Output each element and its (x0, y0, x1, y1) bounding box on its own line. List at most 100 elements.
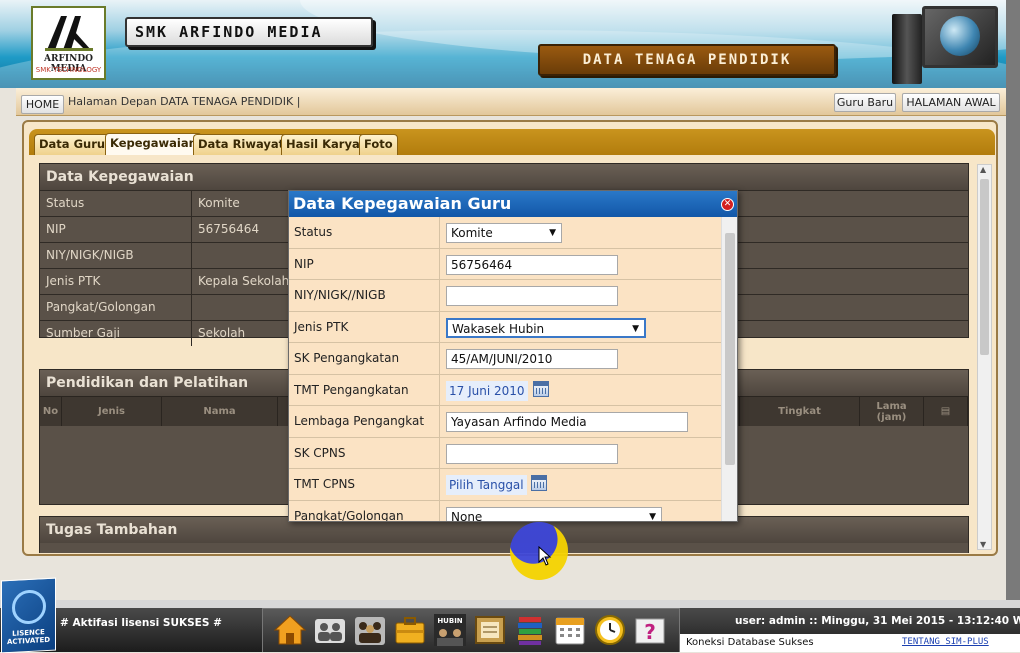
column-header: No (40, 397, 62, 426)
row-label: NIP (40, 217, 192, 242)
section-title: Data Kepegawaian (40, 164, 968, 190)
license-seal-icon (12, 589, 46, 625)
status-divider (0, 600, 1020, 608)
nip-label: NIP (289, 248, 440, 279)
users-icon[interactable] (313, 613, 347, 647)
window-frame-edge (1006, 0, 1020, 600)
row-label: NIY/NIGK/NIGB (40, 243, 192, 268)
pangkat-selected-value: None (451, 509, 483, 522)
tmt-pengangkatan-label: TMT Pengangkatan (289, 374, 440, 405)
calendar-icon[interactable] (553, 613, 587, 647)
jenis-ptk-selected-value: Wakasek Hubin (452, 321, 545, 336)
form-row-tmt-cpns: TMT CPNS Pilih Tanggal (289, 469, 721, 501)
scroll-down-icon[interactable]: ▼ (980, 540, 986, 549)
status-select[interactable]: Komite ▼ (446, 223, 562, 243)
svg-text:?: ? (644, 620, 656, 644)
group-icon[interactable] (353, 613, 387, 647)
activation-status: # Aktifasi lisensi SUKSES # (60, 617, 222, 629)
page-title-banner: DATA TENAGA PENDIDIK (538, 44, 836, 76)
status-pane: Koneksi Database Sukses TENTANG SIM-PLUS (680, 634, 1020, 652)
form-row-lembaga: Lembaga Pengangkat Yayasan Arfindo Media (289, 406, 721, 438)
tab-bar: Data Guru Kepegawaian Data Riwayat Hasil… (29, 129, 995, 155)
scroll-up-icon[interactable]: ▲ (980, 165, 986, 174)
tab-foto[interactable]: Foto (359, 134, 398, 155)
school-name-banner: SMK ARFINDO MEDIA (125, 17, 373, 47)
kepegawaian-dialog: Data Kepegawaian Guru ✕ Status Komite ▼ N… (288, 190, 738, 522)
row-label: Status (40, 191, 192, 216)
niy-input[interactable] (446, 286, 618, 306)
home-button[interactable]: HOME (21, 95, 64, 114)
column-header: Lama (jam) (860, 397, 924, 426)
dialog-title: Data Kepegawaian Guru (289, 191, 737, 217)
nip-input[interactable]: 56756464 (446, 254, 618, 275)
hubin-icon[interactable]: HUBIN (433, 613, 467, 647)
tmt-cpns-date[interactable]: Pilih Tanggal (446, 475, 527, 495)
chevron-down-icon: ▼ (649, 511, 656, 522)
tab-data-riwayat[interactable]: Data Riwayat (193, 134, 290, 155)
app-dock: HUBIN ? (262, 608, 680, 652)
certificate-icon[interactable] (473, 613, 507, 647)
add-row-icon[interactable]: ▤ (924, 397, 968, 426)
pangkat-select[interactable]: None ▼ (446, 506, 662, 522)
clock-icon[interactable] (593, 613, 627, 647)
home-icon[interactable] (273, 613, 307, 647)
briefcase-icon[interactable] (393, 613, 427, 647)
halaman-awal-button[interactable]: HALAMAN AWAL (902, 93, 1000, 112)
guru-baru-button[interactable]: Guru Baru (834, 93, 896, 112)
column-header: Jenis (62, 397, 162, 426)
form-row-tmt-pengangkatan: TMT Pengangkatan 17 Juni 2010 (289, 374, 721, 406)
lembaga-label: Lembaga Pengangkat (289, 406, 440, 437)
tab-hasil-karya[interactable]: Hasil Karya (281, 134, 365, 155)
license-text: LISENCE ACTIVATED (6, 628, 51, 647)
column-header: Tingkat (740, 397, 860, 426)
help-icon[interactable]: ? (633, 613, 667, 647)
tmt-pengangkatan-date[interactable]: 17 Juni 2010 (446, 380, 528, 401)
close-icon[interactable]: ✕ (721, 198, 734, 211)
column-header: Nama (162, 397, 278, 426)
niy-label: NIY/NIGK//NIGB (289, 280, 440, 311)
form-row-niy: NIY/NIGK//NIGB (289, 280, 721, 312)
jenis-ptk-select[interactable]: Wakasek Hubin ▼ (446, 317, 646, 338)
logo-subtitle: SMK TECHNOLOGY (35, 66, 102, 74)
panel-scrollbar[interactable]: ▲ ▼ (977, 164, 992, 550)
mouse-pointer-icon (538, 546, 552, 566)
jenis-ptk-label: Jenis PTK (289, 311, 440, 342)
sk-pengangkatan-input[interactable]: 45/AM/JUNI/2010 (446, 349, 618, 369)
dialog-scrollbar[interactable] (721, 217, 737, 521)
school-logo: ARFINDO MEDIA SMK TECHNOLOGY (31, 6, 106, 80)
user-session-info: user: admin :: Minggu, 31 Mei 2015 - 13:… (735, 615, 1020, 627)
navigation-bar: HOME Halaman Depan DATA TENAGA PENDIDIK … (16, 88, 1006, 116)
form-row-jenis-ptk: Jenis PTK Wakasek Hubin ▼ (289, 311, 721, 343)
chevron-down-icon: ▼ (632, 323, 639, 334)
sk-cpns-label: SK CPNS (289, 437, 440, 468)
app-header: ARFINDO MEDIA SMK TECHNOLOGY SMK ARFINDO… (0, 0, 1020, 88)
calendar-icon[interactable] (531, 475, 547, 491)
computer-icon (882, 4, 1002, 86)
status-label: Status (289, 217, 440, 248)
hubin-label: HUBIN (437, 617, 462, 625)
form-row-status: Status Komite ▼ (289, 217, 721, 249)
about-link[interactable]: TENTANG SIM-PLUS (902, 637, 989, 647)
lembaga-input[interactable]: Yayasan Arfindo Media (446, 412, 688, 432)
scroll-thumb[interactable] (725, 233, 735, 465)
pangkat-label: Pangkat/Golongan (289, 500, 440, 521)
row-label: Pangkat/Golongan (40, 295, 192, 320)
books-icon[interactable] (513, 613, 547, 647)
chevron-down-icon: ▼ (549, 228, 556, 238)
form-row-nip: NIP 56756464 (289, 248, 721, 280)
scroll-thumb[interactable] (980, 179, 989, 355)
status-selected-value: Komite (451, 226, 493, 240)
logo-mark-icon (45, 16, 93, 51)
sk-cpns-input[interactable] (446, 443, 618, 464)
row-label: Sumber Gaji (40, 321, 192, 346)
breadcrumb: Halaman Depan DATA TENAGA PENDIDIK | (68, 95, 301, 108)
calendar-icon[interactable] (533, 380, 549, 397)
license-badge: LISENCE ACTIVATED (1, 577, 56, 653)
tmt-cpns-label: TMT CPNS (289, 469, 440, 500)
form-row-sk-pengangkatan: SK Pengangkatan 45/AM/JUNI/2010 (289, 343, 721, 375)
form-row-pangkat: Pangkat/Golongan None ▼ (289, 500, 721, 522)
tab-data-guru[interactable]: Data Guru (34, 134, 111, 155)
dialog-form: Status Komite ▼ NIP 56756464 NIY/NIGK//NI… (289, 217, 721, 521)
tab-kepegawaian[interactable]: Kepegawaian (105, 133, 202, 155)
form-row-sk-cpns: SK CPNS (289, 437, 721, 469)
